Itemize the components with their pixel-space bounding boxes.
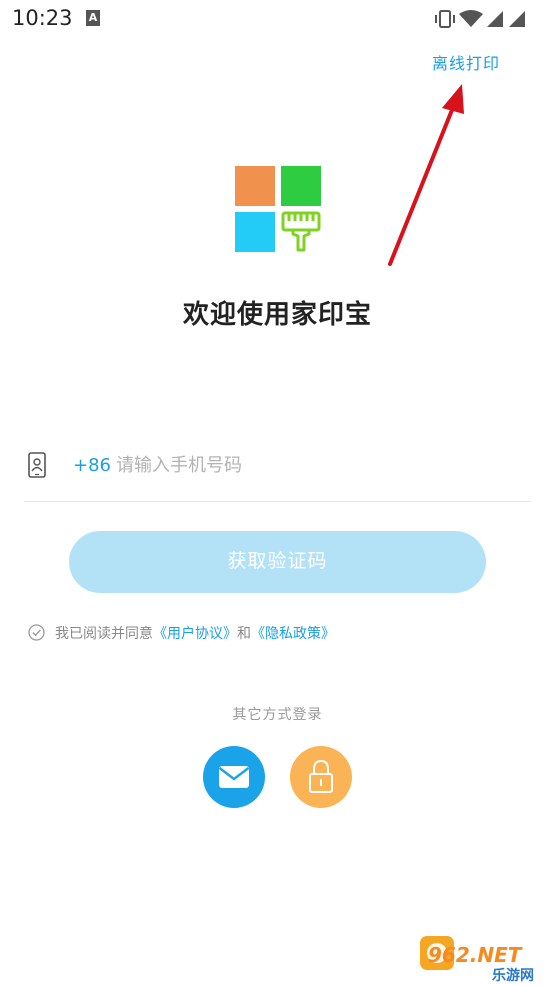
vibrate-icon xyxy=(435,10,455,28)
agreement-checkbox[interactable] xyxy=(28,624,45,641)
site-watermark-logo: 962.NET 乐游网 xyxy=(420,936,534,984)
status-time: 10:23 xyxy=(12,6,73,30)
brush-icon xyxy=(281,211,321,252)
watermark-text-bottom: 乐游网 xyxy=(492,967,534,984)
app-logo xyxy=(235,166,321,252)
status-icons xyxy=(435,8,547,28)
wifi-icon xyxy=(459,10,483,27)
offline-print-link[interactable]: 离线打印 xyxy=(432,50,500,74)
mail-login-button[interactable] xyxy=(203,746,265,808)
annotation-arrow-icon xyxy=(388,84,464,266)
mail-icon xyxy=(218,766,250,788)
agreement-and: 和 xyxy=(237,626,251,642)
lock-icon xyxy=(309,759,333,793)
agreement-text: 我已阅读并同意《用户协议》和《隐私政策》 xyxy=(55,623,335,643)
privacy-policy-link[interactable]: 《隐私政策》 xyxy=(251,626,335,642)
welcome-title: 欢迎使用家印宝 xyxy=(182,300,372,330)
signal-icon xyxy=(509,11,525,27)
country-code[interactable]: +86 xyxy=(73,455,111,476)
user-agreement-link[interactable]: 《用户协议》 xyxy=(153,626,237,642)
phone-icon xyxy=(28,452,46,478)
agreement-prefix: 我已阅读并同意 xyxy=(55,626,153,642)
phone-input-row: +86 xyxy=(24,440,531,502)
signal-icon xyxy=(487,11,503,27)
phone-number-input[interactable] xyxy=(116,448,516,482)
notification-icon: A xyxy=(86,10,100,26)
get-verification-code-button[interactable]: 获取验证码 xyxy=(69,531,486,593)
status-bar: 10:23 A xyxy=(0,0,555,38)
other-login-label: 其它方式登录 xyxy=(232,707,323,723)
password-login-button[interactable] xyxy=(290,746,352,808)
watermark-text-top: 962.NET xyxy=(428,943,523,967)
